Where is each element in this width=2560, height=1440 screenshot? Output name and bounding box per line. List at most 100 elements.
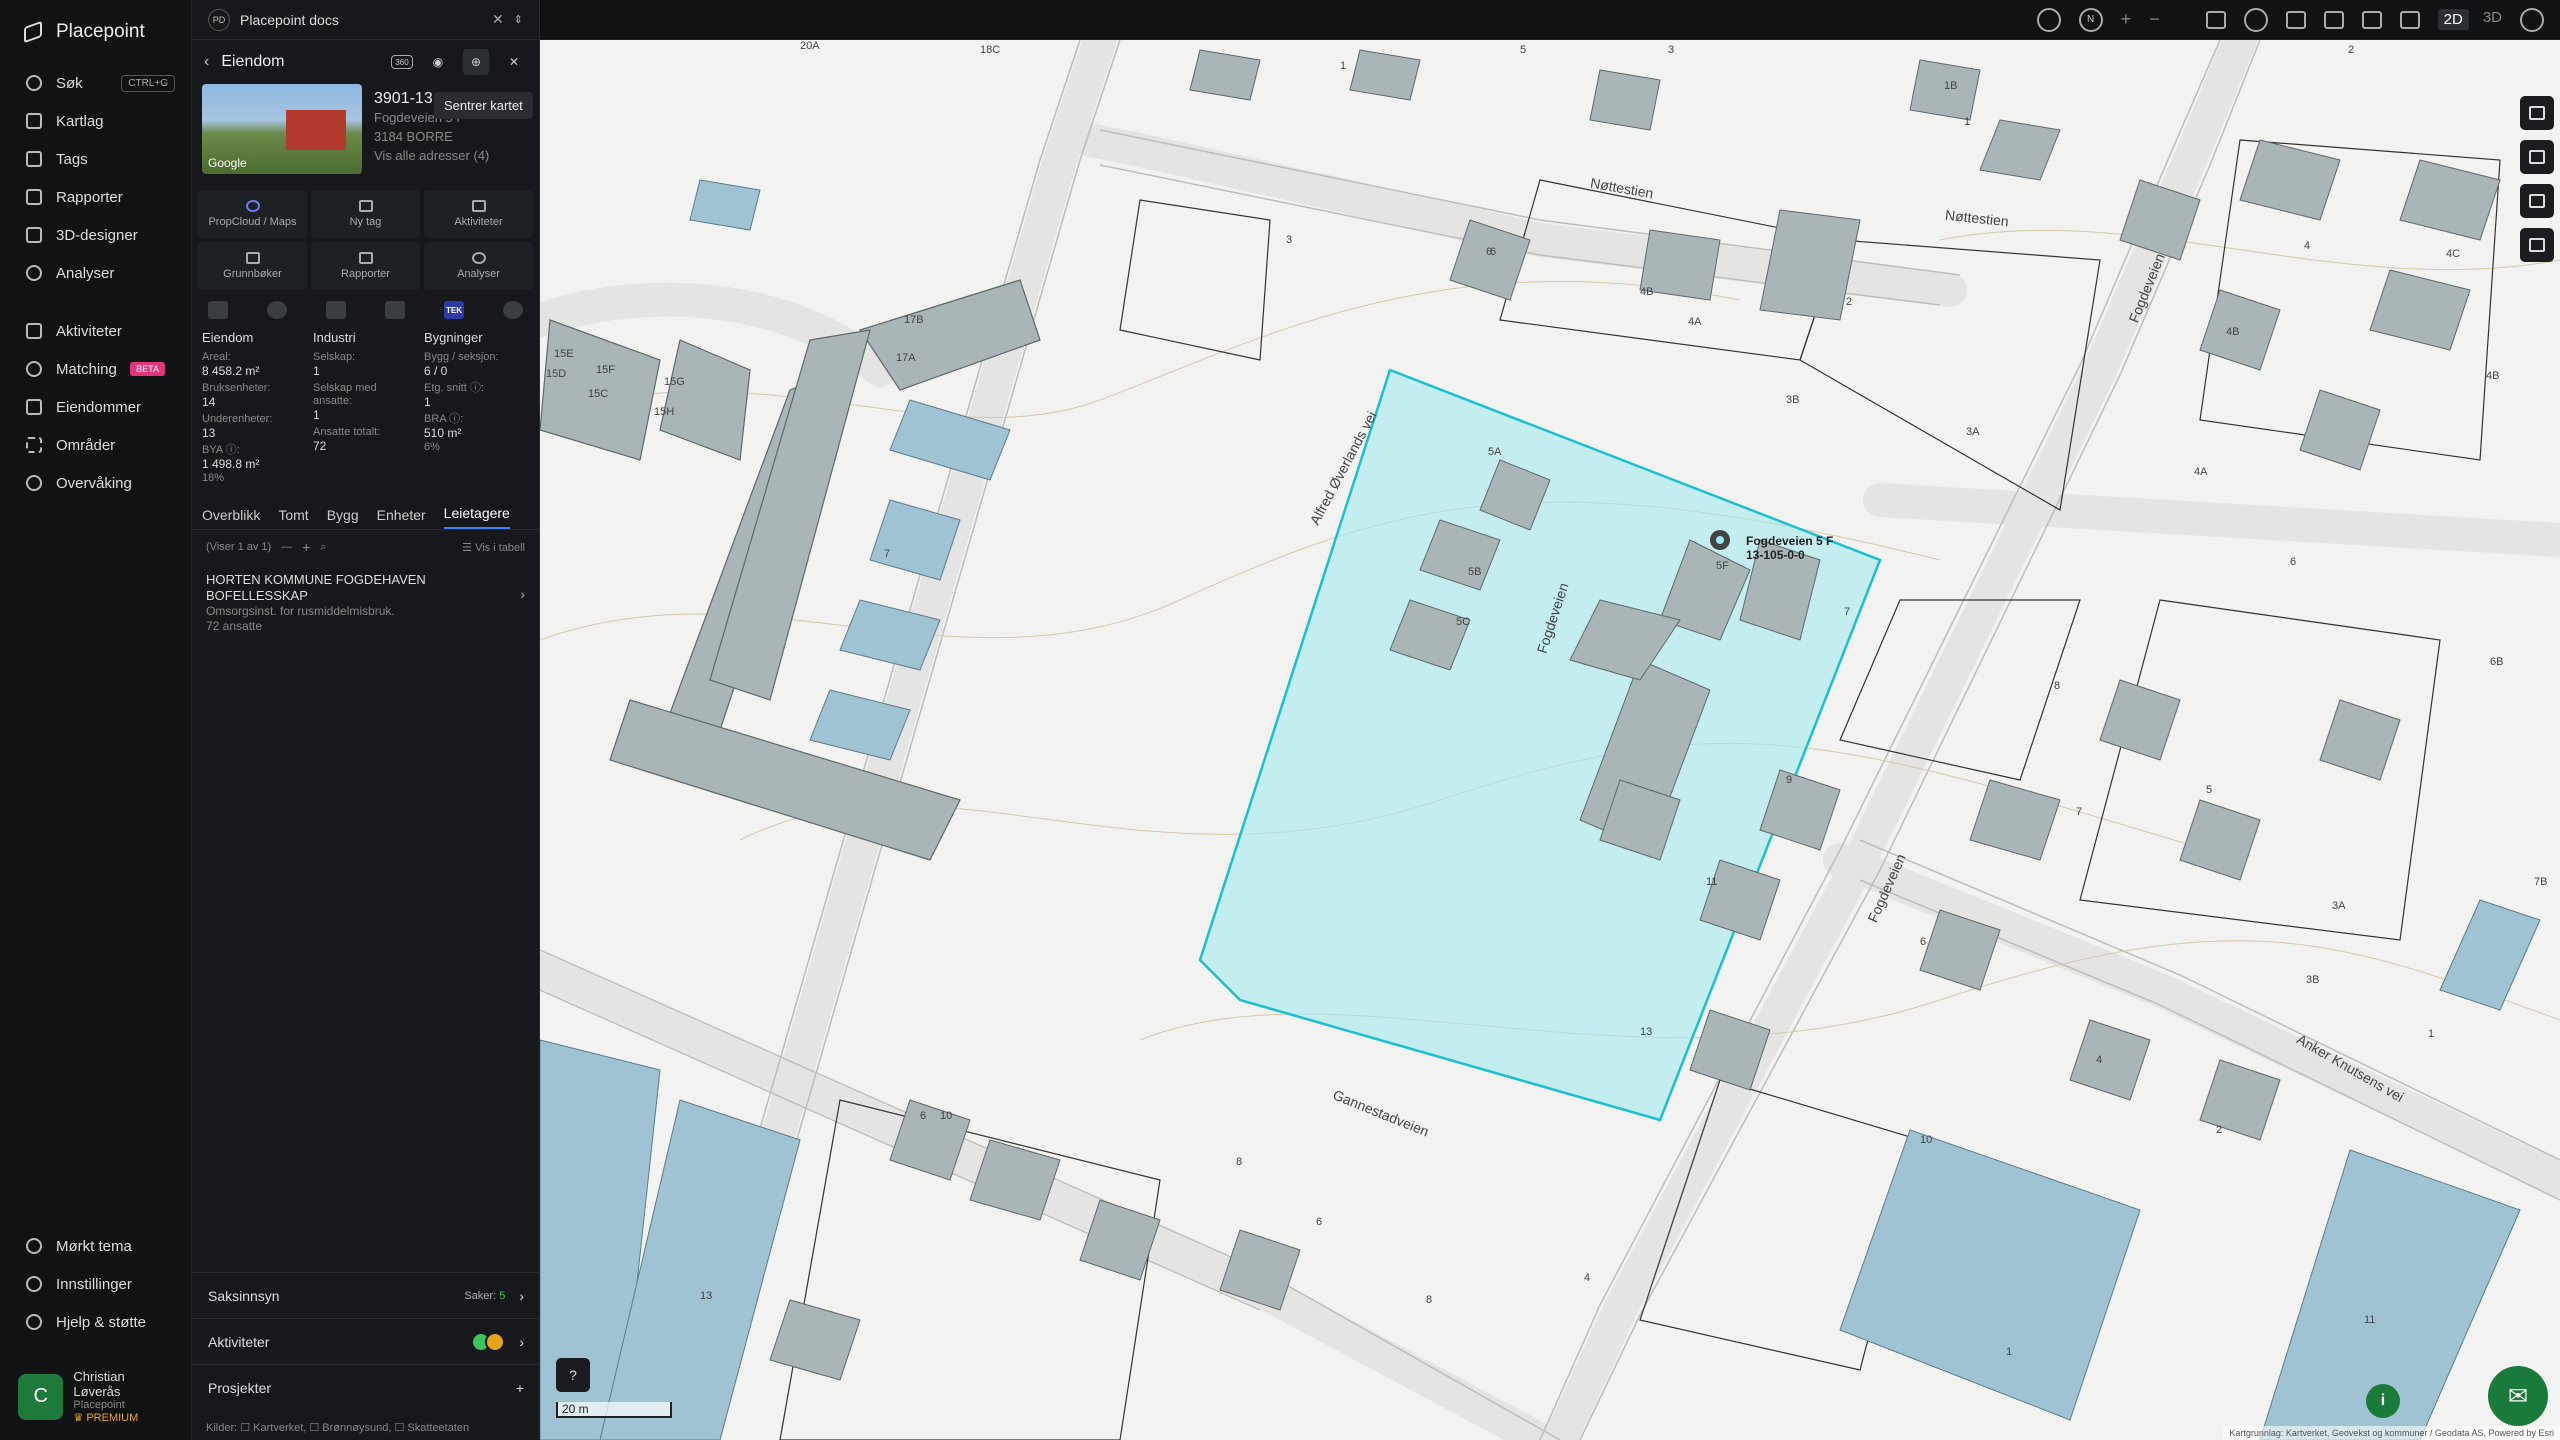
map-help-button[interactable]: ? (556, 1358, 590, 1392)
stats-tool[interactable] (2520, 184, 2554, 218)
source-stats-icon[interactable] (385, 301, 405, 319)
draw-tool[interactable] (2520, 228, 2554, 262)
nav-item-aktiviteter[interactable]: Aktiviteter (0, 312, 191, 350)
locate-tool[interactable] (2520, 96, 2554, 130)
eye-icon[interactable]: ◉ (425, 49, 451, 75)
stats-industri: Industri Selskap: 1 Selskap med ansatte:… (313, 330, 418, 488)
chevron-updown-icon[interactable]: ⇕ (514, 13, 523, 26)
layers-icon (26, 113, 42, 129)
nav-item-analyser[interactable]: Analyser (0, 254, 191, 292)
tab-overblikk[interactable]: Overblikk (202, 507, 260, 529)
all-addresses-link[interactable]: Vis alle adresser (4) (374, 146, 489, 165)
building-label: 5F (1716, 560, 1729, 572)
street-photo[interactable]: Google (202, 84, 362, 174)
zoom-in-icon[interactable]: + (2121, 9, 2132, 30)
collapse-icon[interactable]: — (281, 541, 292, 553)
building-label: 6 (2290, 556, 2297, 568)
scale-label: 20 m (556, 1402, 672, 1418)
camera-icon[interactable] (2323, 10, 2344, 29)
print-icon[interactable] (2205, 10, 2226, 29)
tab-tomt[interactable]: Tomt (278, 507, 308, 529)
tab-bygg[interactable]: Bygg (327, 507, 359, 529)
layers-toggle-icon[interactable] (2036, 7, 2061, 32)
map-canvas[interactable]: Fogdeveien 5 F 13-105-0-0 Nøttestien Nøtt… (540, 40, 2560, 1440)
search-icon[interactable]: ⌕ (320, 541, 326, 554)
add-icon[interactable]: + (302, 539, 310, 555)
nav-item-search[interactable]: Søk CTRL+G (0, 64, 191, 102)
source-se-icon[interactable] (208, 301, 228, 319)
activities-button[interactable]: Aktiviteter (424, 190, 533, 238)
measure-tool[interactable] (2520, 140, 2554, 174)
grid-icon[interactable] (2361, 10, 2382, 29)
zoom-out-icon[interactable]: − (2149, 9, 2160, 30)
tab-enheter[interactable]: Enheter (377, 507, 426, 529)
new-tag-button[interactable]: Ny tag (311, 190, 420, 238)
nav-item-dark-theme[interactable]: Mørkt tema (0, 1227, 192, 1265)
user-profile[interactable]: C Christian Løverås Placepoint ♛ PREMIUM (0, 1359, 192, 1440)
nav-item-matching[interactable]: Matching BETA (0, 350, 191, 388)
list-controls: (Viser 1 av 1) — + ⌕ ☰ Vis i tabell (192, 530, 539, 564)
compass-icon[interactable]: N (2078, 7, 2103, 32)
view-3d-button[interactable]: 3D (2483, 9, 2502, 30)
stats-title: Industri (313, 330, 356, 345)
nav-item-help[interactable]: Hjelp & støtte (0, 1303, 192, 1341)
activity-avatars (471, 1331, 506, 1352)
stat-label: Bruksenheter: (202, 382, 271, 394)
tab-leietagere[interactable]: Leietagere (443, 505, 510, 529)
nav-item-settings[interactable]: Innstillinger (0, 1265, 192, 1303)
brand[interactable]: Placepoint (0, 0, 191, 64)
cloud-icon (245, 200, 260, 212)
source-more-icon[interactable] (503, 301, 523, 319)
doc-switcher[interactable]: PD Placepoint docs ✕ ⇕ (192, 0, 539, 40)
nav-item-kartlag[interactable]: Kartlag (0, 102, 191, 140)
stat-label: BYA ⓘ: (202, 444, 240, 456)
stats-title: Bygninger (424, 330, 483, 345)
reports-button[interactable]: Rapporter (311, 242, 420, 290)
locate-icon (2529, 106, 2545, 120)
360-icon[interactable]: 360 (391, 55, 413, 69)
section-aktiviteter[interactable]: Aktiviteter › (192, 1318, 540, 1364)
back-icon[interactable]: ‹ (204, 53, 209, 71)
info-button[interactable]: i (2366, 1384, 2400, 1418)
nav-item-tags[interactable]: Tags (0, 140, 191, 178)
add-icon[interactable]: + (516, 1380, 524, 1396)
nav-item-3d-designer[interactable]: 3D-designer (0, 216, 191, 254)
table-view-toggle[interactable]: ☰ Vis i tabell (462, 541, 525, 554)
saker-count: Saker: 5 (464, 1289, 506, 1302)
section-prosjekter[interactable]: Prosjekter + (192, 1364, 540, 1410)
source-industry-icon[interactable] (326, 301, 346, 319)
chat-support-button[interactable]: ✉ (2488, 1366, 2548, 1426)
chart-icon (2529, 194, 2545, 208)
list-item[interactable]: HORTEN KOMMUNE FOGDEHAVEN BOFELLESSKAP O… (192, 564, 539, 642)
close-panel-icon[interactable]: ✕ (501, 49, 527, 75)
center-map-button[interactable]: ⊕ (463, 49, 489, 75)
building-label: 13 (700, 1290, 713, 1302)
nav-item-overvaking[interactable]: Overvåking (0, 464, 191, 502)
sources-line: Kilder: ☐ Kartverket, ☐ Brønnøysund, ☐ S… (206, 1422, 470, 1434)
building-label: 3 (1668, 44, 1675, 56)
brand-name: Placepoint (56, 21, 145, 42)
bookmark-icon[interactable] (2399, 10, 2420, 29)
source-tek-icon[interactable]: TEK (444, 301, 464, 319)
grunnboker-button[interactable]: Grunnbøker (198, 242, 307, 290)
eye-icon[interactable] (2243, 7, 2268, 32)
section-saksinnsyn[interactable]: Saksinnsyn Saker: 5 › (192, 1272, 540, 1318)
info-icon[interactable] (2520, 7, 2544, 32)
building-label: 8 (2054, 680, 2061, 692)
cube-icon (26, 227, 42, 243)
selected-marker-label: Fogdeveien 5 F 13-105-0-0 (1746, 534, 1834, 562)
map-attribution: Kartgrunnlag: Kartverket, Geovekst og ko… (2223, 1426, 2560, 1440)
tag-icon (26, 151, 42, 167)
view-2d-button[interactable]: 2D (2437, 9, 2469, 30)
fullscreen-icon[interactable] (2285, 10, 2306, 29)
propcloud-button[interactable]: PropCloud / Maps (198, 190, 307, 238)
source-globe-icon[interactable] (267, 301, 287, 319)
building-label: 15H (654, 406, 675, 418)
analyses-button[interactable]: Analyser (424, 242, 533, 290)
nav-item-rapporter[interactable]: Rapporter (0, 178, 191, 216)
building-label: 4A (1688, 316, 1702, 328)
nav-item-omrader[interactable]: Områder (0, 426, 191, 464)
property-postal: 3184 BORRE (374, 129, 453, 144)
nav-item-eiendommer[interactable]: Eiendommer (0, 388, 191, 426)
close-icon[interactable]: ✕ (492, 11, 504, 28)
